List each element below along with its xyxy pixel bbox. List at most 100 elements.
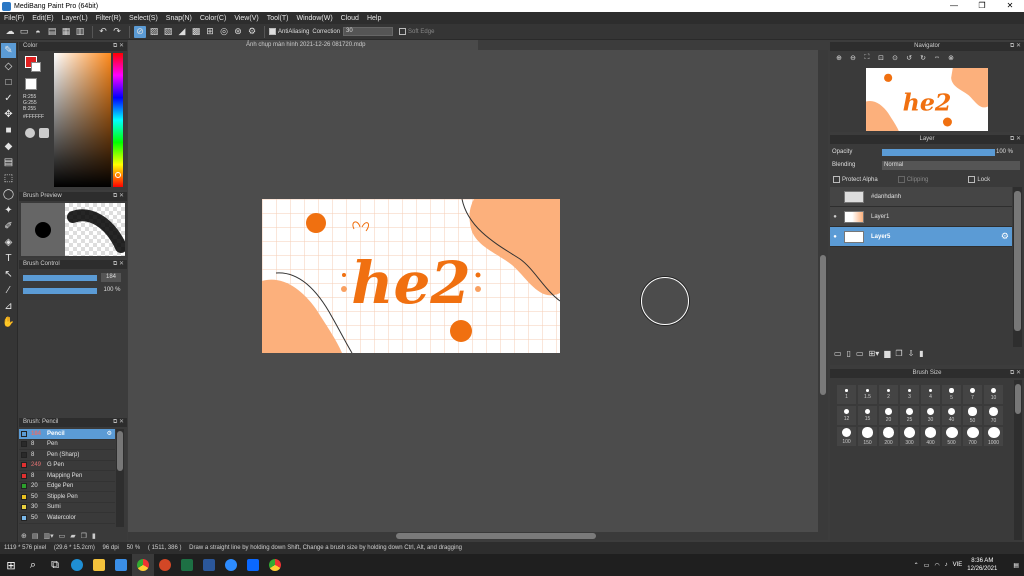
blending-dropdown[interactable]: Normal <box>882 161 1020 170</box>
fit-screen-icon[interactable]: ⛶ <box>860 54 874 62</box>
reset-rotation-icon[interactable]: ⊗ <box>944 54 958 62</box>
shape-tool-icon[interactable]: ■ <box>1 123 16 138</box>
brush-item-watercolor[interactable]: 50 Watercolor <box>19 513 115 524</box>
layer-list-scrollbar[interactable] <box>1013 187 1022 347</box>
brush-size-preset[interactable]: 1000 <box>983 426 1004 447</box>
correction-dropdown[interactable]: 30 <box>343 27 394 36</box>
hue-slider-handle[interactable] <box>115 172 121 178</box>
secondary-color-swatch[interactable] <box>31 62 41 72</box>
document-tab[interactable]: Ảnh chụp màn hình 2021-12-26 081720.mdp <box>128 40 478 50</box>
search-icon[interactable]: ⌕ <box>22 554 44 576</box>
brush-item-pencil[interactable]: 184 Pencil ⚙ <box>19 429 115 440</box>
brush-size-preset[interactable]: 4 <box>920 384 941 405</box>
delete-layer-icon[interactable]: ▮ <box>919 349 923 358</box>
notifications-icon[interactable]: ▤ <box>1013 562 1019 569</box>
magic-wand-icon[interactable]: ✦ <box>1 203 16 218</box>
minimize-button[interactable]: — <box>940 0 968 12</box>
brush-size-preset[interactable]: 15 <box>857 405 878 426</box>
menu-layer[interactable]: Layer(L) <box>62 15 88 22</box>
add-layer-menu-icon[interactable]: ⊞▾ <box>869 349 880 358</box>
deselect-icon[interactable]: ⊘ <box>134 25 146 38</box>
menu-window[interactable]: Window(W) <box>296 15 332 22</box>
hand-tool-icon[interactable]: ✋ <box>1 315 16 330</box>
taskbar-clock[interactable]: 8:36 AM 12/26/2021 <box>967 557 997 573</box>
file-explorer-icon[interactable] <box>88 554 110 576</box>
protect-alpha-checkbox[interactable] <box>833 176 840 183</box>
brush-size-preset[interactable]: 5 <box>941 384 962 405</box>
brush-item-edge-pen[interactable]: 20 Edge Pen <box>19 482 115 492</box>
menu-file[interactable]: File(F) <box>4 15 24 22</box>
move-tool-icon[interactable]: ✥ <box>1 107 16 122</box>
antialiasing-checkbox[interactable] <box>269 28 276 35</box>
brush-copy-icon[interactable]: ▭ <box>59 532 66 540</box>
brush-item-sumi[interactable]: 30 Sumi <box>19 503 115 513</box>
battery-icon[interactable]: ▭ <box>924 562 930 569</box>
clipping-checkbox[interactable] <box>897 176 905 183</box>
select-eraser-icon[interactable]: ◈ <box>1 235 16 250</box>
brush-duplicate-icon[interactable]: ❐ <box>81 532 87 540</box>
brush-size-preset[interactable]: 3 <box>899 384 920 405</box>
brush-size-preset[interactable]: 20 <box>878 405 899 426</box>
open-file-icon[interactable]: ▤ <box>46 26 58 38</box>
vertical-scroll-thumb[interactable] <box>820 255 826 395</box>
brush-size-preset[interactable]: 700 <box>962 426 983 447</box>
bucket-tool-icon[interactable]: ◆ <box>1 139 16 154</box>
brush-size-preset[interactable]: 200 <box>878 426 899 447</box>
check-tool-icon[interactable]: ✓ <box>1 91 16 106</box>
zoom-out-icon[interactable]: ⊖ <box>846 54 860 62</box>
layer-settings-icon[interactable]: ⚙ <box>1001 231 1009 242</box>
snap-settings-icon[interactable]: ⚙ <box>246 26 258 38</box>
zoom-icon[interactable]: ⊙ <box>888 54 902 62</box>
edge-browser-icon[interactable] <box>66 554 88 576</box>
select-all-icon[interactable]: ▨ <box>148 26 160 38</box>
lasso-tool-icon[interactable]: ◯ <box>1 187 16 202</box>
menu-view[interactable]: View(V) <box>234 15 258 22</box>
select-tool-icon[interactable]: ⬚ <box>1 171 16 186</box>
menu-cloud[interactable]: Cloud <box>341 15 359 22</box>
layer-folder-icon[interactable]: ▆ <box>884 349 890 358</box>
brush-size-slider[interactable] <box>23 275 97 281</box>
rotate-right-icon[interactable]: ↻ <box>916 54 930 62</box>
powerpoint-icon[interactable] <box>154 554 176 576</box>
brush-settings-icon[interactable]: ⚙ <box>107 430 112 437</box>
brush-opacity-value[interactable]: 100 % <box>101 286 123 295</box>
snap-cross-icon[interactable]: ▩ <box>190 26 202 38</box>
cloud-upload-icon[interactable]: ☁ <box>4 26 16 38</box>
menu-edit[interactable]: Edit(E) <box>32 15 53 22</box>
brush-size-value[interactable]: 184 <box>101 273 121 282</box>
navigator-thumbnail[interactable]: he2 <box>866 68 988 131</box>
new-file-icon[interactable]: ▭ <box>18 26 30 38</box>
canvas-area[interactable]: he2 <box>128 50 828 532</box>
new-8bit-layer-icon[interactable]: ▭ <box>856 349 864 358</box>
eyedropper-icon[interactable]: ⁄ <box>1 283 16 298</box>
word-icon[interactable] <box>198 554 220 576</box>
brush-size-preset[interactable]: 1 <box>836 384 857 405</box>
snap-grid-icon[interactable]: ⊞ <box>204 26 216 38</box>
chrome-secondary-icon[interactable] <box>264 554 286 576</box>
brush-add-menu-icon[interactable]: ▥▾ <box>44 532 54 540</box>
white-swatch[interactable] <box>25 78 37 90</box>
panel-close-icon[interactable]: ⧉ ✕ <box>113 42 124 51</box>
brush-item-stipple-pen[interactable]: 50 Stipple Pen <box>19 492 115 503</box>
snap-radial-icon[interactable]: ◎ <box>218 26 230 38</box>
windows-start-icon[interactable]: ⊞ <box>0 554 22 576</box>
maximize-button[interactable]: ❐ <box>968 0 996 12</box>
tray-chevron-icon[interactable]: ⌃ <box>914 562 919 569</box>
select-pen-icon[interactable]: ✐ <box>1 219 16 234</box>
soft-edge-checkbox[interactable] <box>399 28 407 35</box>
brush-size-preset[interactable]: 1.5 <box>857 384 878 405</box>
undo-icon[interactable]: ↶ <box>97 26 109 38</box>
snap-circle-icon[interactable]: ⊛ <box>232 26 244 38</box>
gradient-tool-icon[interactable]: ▤ <box>1 155 16 170</box>
brush-list-scrollbar[interactable] <box>116 429 124 527</box>
zoom-in-icon[interactable]: ⊕ <box>832 54 846 62</box>
color-swap-icon[interactable] <box>25 128 35 138</box>
brush-item-g-pen[interactable]: 249 G Pen <box>19 461 115 471</box>
brush-delete-icon[interactable]: ▮ <box>92 532 96 540</box>
brush-size-preset[interactable]: 2 <box>878 384 899 405</box>
horizontal-scroll-thumb[interactable] <box>396 533 596 539</box>
actual-size-icon[interactable]: ⊡ <box>874 54 888 62</box>
new-halftone-layer-icon[interactable]: ▯ <box>847 349 851 358</box>
store-icon[interactable] <box>110 554 132 576</box>
lock-checkbox[interactable] <box>968 176 976 183</box>
